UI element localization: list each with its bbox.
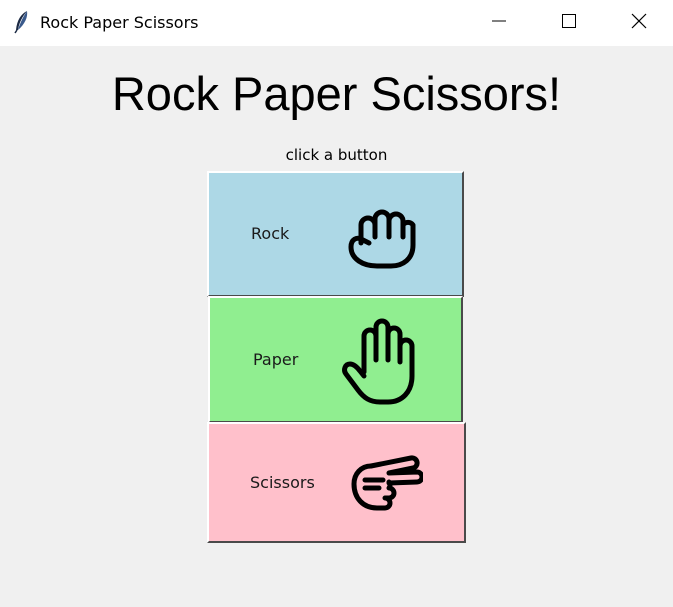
minimize-icon (491, 13, 507, 33)
paper-label: Paper (253, 350, 299, 369)
scissors-button[interactable]: Scissors (207, 422, 466, 543)
page-title: Rock Paper Scissors! (111, 67, 562, 120)
scissors-label: Scissors (250, 473, 315, 492)
rock-label: Rock (251, 224, 290, 243)
fist-icon (347, 203, 417, 273)
maximize-icon (561, 13, 577, 33)
minimize-button[interactable] (476, 0, 522, 46)
rock-button[interactable]: Rock (207, 171, 464, 297)
paper-button[interactable]: Paper (208, 296, 463, 423)
instruction-label: click a button (285, 146, 388, 164)
feather-icon (13, 10, 31, 34)
title-bar: Rock Paper Scissors (0, 0, 673, 46)
window-title: Rock Paper Scissors (40, 13, 199, 32)
open-hand-icon (340, 318, 416, 410)
scissors-hand-icon (349, 452, 425, 516)
maximize-button[interactable] (546, 0, 592, 46)
game-area: Rock Paper Scissors! click a button Rock… (0, 46, 673, 607)
close-button[interactable] (616, 0, 662, 46)
close-icon (631, 13, 647, 33)
